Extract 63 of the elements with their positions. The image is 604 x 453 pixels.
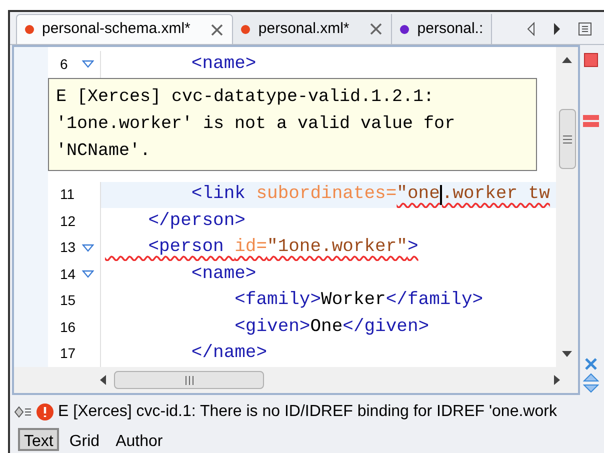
error-status-marker [584,53,598,67]
code-token: id= [234,236,268,260]
code-token: > [407,236,418,260]
close-icon[interactable] [210,22,224,36]
scroll-down-icon[interactable] [562,351,572,357]
grip-icon [184,376,194,384]
line-number: 13 [60,238,76,258]
scroll-left-icon[interactable] [526,22,536,36]
previous-error-icon[interactable] [583,373,599,382]
line-number: 17 [60,344,76,364]
next-error-icon[interactable] [583,384,599,393]
code-token: One [310,316,343,339]
scroll-left-icon[interactable] [100,375,106,385]
mode-tab[interactable]: Author [110,428,169,450]
file-tab[interactable]: personal.: [392,14,492,44]
code-token: </given> [342,316,430,339]
scroll-up-icon[interactable] [562,57,572,63]
line-number: 6 [60,54,69,74]
code-token: </name> [190,342,268,366]
status-message: E [Xerces] cvc-id.1: There is no ID/IDREF binding for IDREF 'one.work [58,402,557,422]
fold-triangle-icon[interactable] [82,60,94,68]
file-tab[interactable]: personal.xml* [233,14,392,44]
tab-label: personal-schema.xml* [42,19,190,40]
error-markers-drawing[interactable] [583,115,599,127]
fold-triangle-icon[interactable] [82,244,94,252]
tab-label: personal.: [417,18,484,39]
tooltip-text: '1one.worker' is not a valid value for [56,113,456,136]
scroll-thumb[interactable] [559,109,576,169]
tooltip-text: E [Xerces] cvc-datatype-valid.1.2.1: [56,86,436,109]
code-token: subordinates= [256,183,397,206]
tooltip-text: 'NCName'. [56,140,152,163]
horizontal-scrollbar-thumb[interactable] [114,371,264,389]
fold-triangle-icon[interactable] [82,270,94,278]
file-tab[interactable]: personal-schema.xml* [16,14,234,44]
code-token: </person> [147,210,246,233]
scroll-right-icon[interactable] [554,375,560,385]
code-token: <name> [190,52,256,76]
code-token: <family> [234,289,322,312]
code-token: </family> [386,289,484,312]
line-number: 16 [60,318,76,337]
line-number: 15 [60,291,76,310]
code-token: <given> [234,316,310,339]
code-token: Worker [321,289,386,312]
grip-icon [563,134,572,144]
code-token: .worker tw [442,183,550,206]
mode-tab[interactable]: Text [18,428,60,450]
error-icon [36,403,54,421]
line-number: 14 [60,264,76,284]
code-token: "one [396,183,440,206]
code-token: <person [147,236,225,260]
close-icon[interactable] [369,22,384,36]
mode-tab[interactable]: Grid [63,428,106,450]
scroll-right-icon[interactable] [552,22,562,36]
vertical-scrollbar[interactable] [556,47,578,367]
close-icon[interactable] [584,357,598,371]
tab-label: personal.xml* [258,18,350,39]
line-number: 11 [60,185,76,204]
line-number: 12 [60,212,76,231]
settings-icon[interactable] [14,406,32,418]
list-menu-icon[interactable] [578,22,592,36]
code-token: "1one.worker" [267,236,408,260]
code-token: <name> [190,262,256,286]
code-token: <link [190,183,246,206]
